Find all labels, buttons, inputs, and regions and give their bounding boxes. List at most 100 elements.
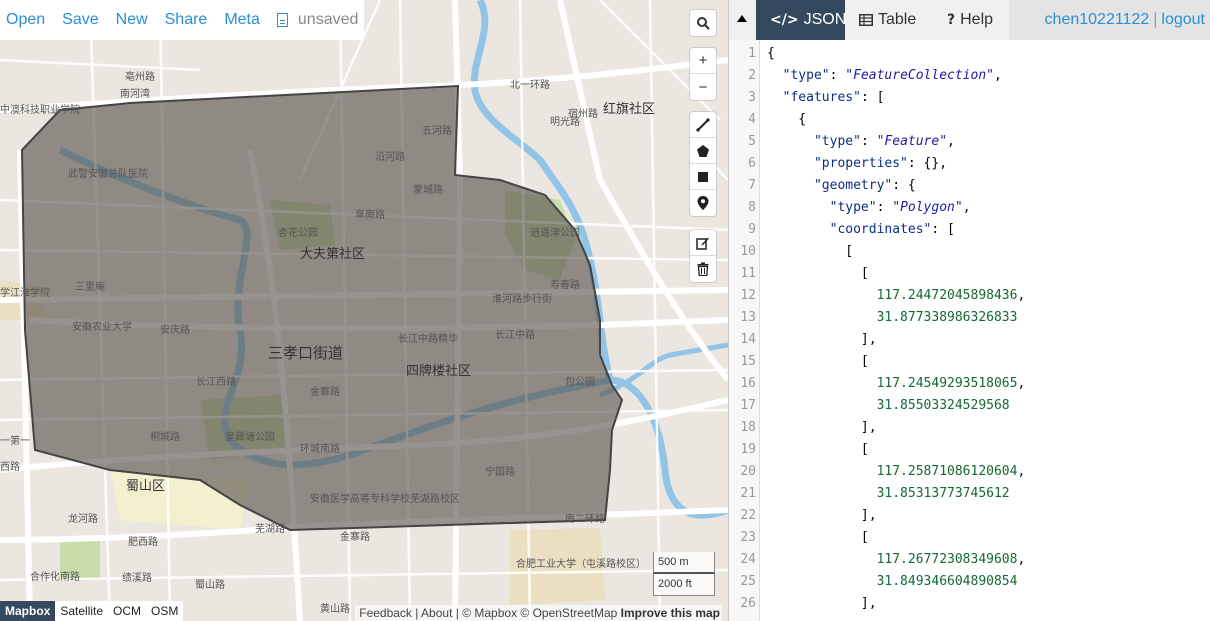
code-text[interactable]: "features": [: [767, 87, 885, 109]
tab-table[interactable]: Table: [859, 0, 939, 40]
code-line[interactable]: 14 ],: [729, 329, 1210, 351]
code-line[interactable]: 25 31.849346604890854: [729, 571, 1210, 593]
draw-line-button[interactable]: [690, 112, 716, 138]
code-line[interactable]: 21 31.85313773745612: [729, 483, 1210, 505]
code-text[interactable]: 117.26772308349608,: [767, 549, 1026, 571]
code-line[interactable]: 4 {: [729, 109, 1210, 131]
map-label: 大夫第社区: [300, 246, 365, 262]
code-line[interactable]: 24 117.26772308349608,: [729, 549, 1210, 571]
zoom-in-button[interactable]: +: [690, 48, 716, 74]
code-text[interactable]: 117.24472045898436,: [767, 285, 1026, 307]
code-text[interactable]: 117.24549293518065,: [767, 373, 1026, 395]
code-text[interactable]: "geometry": {: [767, 175, 916, 197]
search-button[interactable]: [690, 10, 716, 36]
line-number: 25: [740, 574, 756, 589]
layer-osm[interactable]: OSM: [146, 601, 183, 621]
edit-layers-button[interactable]: [690, 230, 716, 256]
map-label: 四牌楼社区: [406, 363, 471, 379]
map-label: 芜湖路: [255, 522, 285, 535]
code-line[interactable]: 17 31.85503324529568: [729, 395, 1210, 417]
code-line[interactable]: 26 ],: [729, 593, 1210, 615]
line-number: 4: [748, 112, 756, 127]
code-line[interactable]: 13 31.877338986326833: [729, 307, 1210, 329]
logout-link[interactable]: logout: [1161, 11, 1205, 29]
attribution-links[interactable]: Feedback | About | © Mapbox © OpenStreet…: [359, 606, 620, 620]
share-button[interactable]: Share: [165, 11, 208, 29]
zoom-out-button[interactable]: −: [690, 74, 716, 100]
code-text[interactable]: "type": "FeatureCollection",: [767, 65, 1002, 87]
code-icon: </>: [770, 12, 799, 28]
save-button[interactable]: Save: [62, 11, 98, 29]
layer-satellite[interactable]: Satellite: [55, 601, 108, 621]
code-line[interactable]: 12 117.24472045898436,: [729, 285, 1210, 307]
draw-polygon-button[interactable]: [690, 138, 716, 164]
code-text[interactable]: "type": "Polygon",: [767, 197, 971, 219]
code-text[interactable]: [: [767, 241, 853, 263]
layer-mapbox[interactable]: Mapbox: [0, 601, 56, 621]
code-text[interactable]: 117.25871086120604,: [767, 461, 1026, 483]
code-line[interactable]: 6 "properties": {},: [729, 153, 1210, 175]
code-text[interactable]: {: [767, 43, 775, 65]
improve-map-link[interactable]: Improve this map: [621, 606, 720, 620]
code-text[interactable]: [: [767, 263, 869, 285]
draw-rectangle-button[interactable]: [690, 164, 716, 190]
code-line[interactable]: 15 [: [729, 351, 1210, 373]
code-line[interactable]: 19 [: [729, 439, 1210, 461]
code-line[interactable]: 16 117.24549293518065,: [729, 373, 1210, 395]
trash-icon: [697, 262, 709, 276]
map-label: 寿春路: [550, 278, 580, 291]
tab-json[interactable]: </> JSON: [756, 0, 846, 40]
code-line[interactable]: 7 "geometry": {: [729, 175, 1210, 197]
tab-help[interactable]: ? Help: [947, 0, 1017, 40]
layer-ocm[interactable]: OCM: [108, 601, 146, 621]
code-text[interactable]: ],: [767, 417, 877, 439]
code-line[interactable]: 1{: [729, 43, 1210, 65]
code-text[interactable]: "properties": {},: [767, 153, 947, 175]
code-line[interactable]: 8 "type": "Polygon",: [729, 197, 1210, 219]
map-canvas[interactable]: 三孝口街道 四牌楼社区 大夫第社区 红旗社区 蜀山区 安徽农业大学 武警安徽总队…: [0, 0, 728, 621]
code-line[interactable]: 3 "features": [: [729, 87, 1210, 109]
line-number: 19: [740, 442, 756, 457]
line-number: 26: [740, 596, 756, 611]
open-button[interactable]: Open: [6, 11, 45, 29]
code-line[interactable]: 10 [: [729, 241, 1210, 263]
json-editor[interactable]: 1{2 "type": "FeatureCollection", 3 "featu…: [729, 40, 1210, 621]
map-label: 合肥工业大学（屯溪路校区）: [516, 557, 646, 570]
new-button[interactable]: New: [116, 11, 148, 29]
delete-layers-button[interactable]: [690, 256, 716, 282]
map-label: 西路: [0, 460, 20, 473]
code-text[interactable]: [: [767, 351, 869, 373]
username-link[interactable]: chen10221122: [1045, 11, 1150, 29]
code-text[interactable]: "type": "Feature",: [767, 131, 955, 153]
code-text[interactable]: 31.85503324529568: [767, 395, 1010, 417]
polygon-icon: [697, 144, 709, 157]
map-label: 学江淮学院: [0, 286, 50, 299]
draw-marker-button[interactable]: [690, 190, 716, 216]
code-text[interactable]: [: [767, 439, 869, 461]
collapse-pane-icon[interactable]: [737, 15, 747, 22]
code-text[interactable]: [: [767, 527, 869, 549]
code-line[interactable]: 2 "type": "FeatureCollection",: [729, 65, 1210, 87]
meta-button[interactable]: Meta: [224, 11, 260, 29]
code-text[interactable]: 31.85313773745612: [767, 483, 1010, 505]
code-line[interactable]: 5 "type": "Feature",: [729, 131, 1210, 153]
file-status[interactable]: unsaved: [276, 11, 358, 29]
code-text[interactable]: ],: [767, 329, 877, 351]
code-text[interactable]: ],: [767, 593, 877, 615]
line-number: 10: [740, 244, 756, 259]
code-text[interactable]: 31.849346604890854: [767, 571, 1018, 593]
marker-icon: [697, 196, 709, 210]
code-text[interactable]: ],: [767, 505, 877, 527]
code-text[interactable]: "coordinates": [: [767, 219, 955, 241]
code-line[interactable]: 18 ],: [729, 417, 1210, 439]
code-line[interactable]: 23 [: [729, 527, 1210, 549]
line-number: 7: [748, 178, 756, 193]
code-text[interactable]: {: [767, 109, 806, 131]
code-text[interactable]: 31.877338986326833: [767, 307, 1018, 329]
code-line[interactable]: 9 "coordinates": [: [729, 219, 1210, 241]
map-label: 龙河路: [68, 512, 98, 525]
code-line[interactable]: 22 ],: [729, 505, 1210, 527]
layer-switch: Mapbox Satellite OCM OSM: [0, 601, 184, 621]
code-line[interactable]: 11 [: [729, 263, 1210, 285]
code-line[interactable]: 20 117.25871086120604,: [729, 461, 1210, 483]
